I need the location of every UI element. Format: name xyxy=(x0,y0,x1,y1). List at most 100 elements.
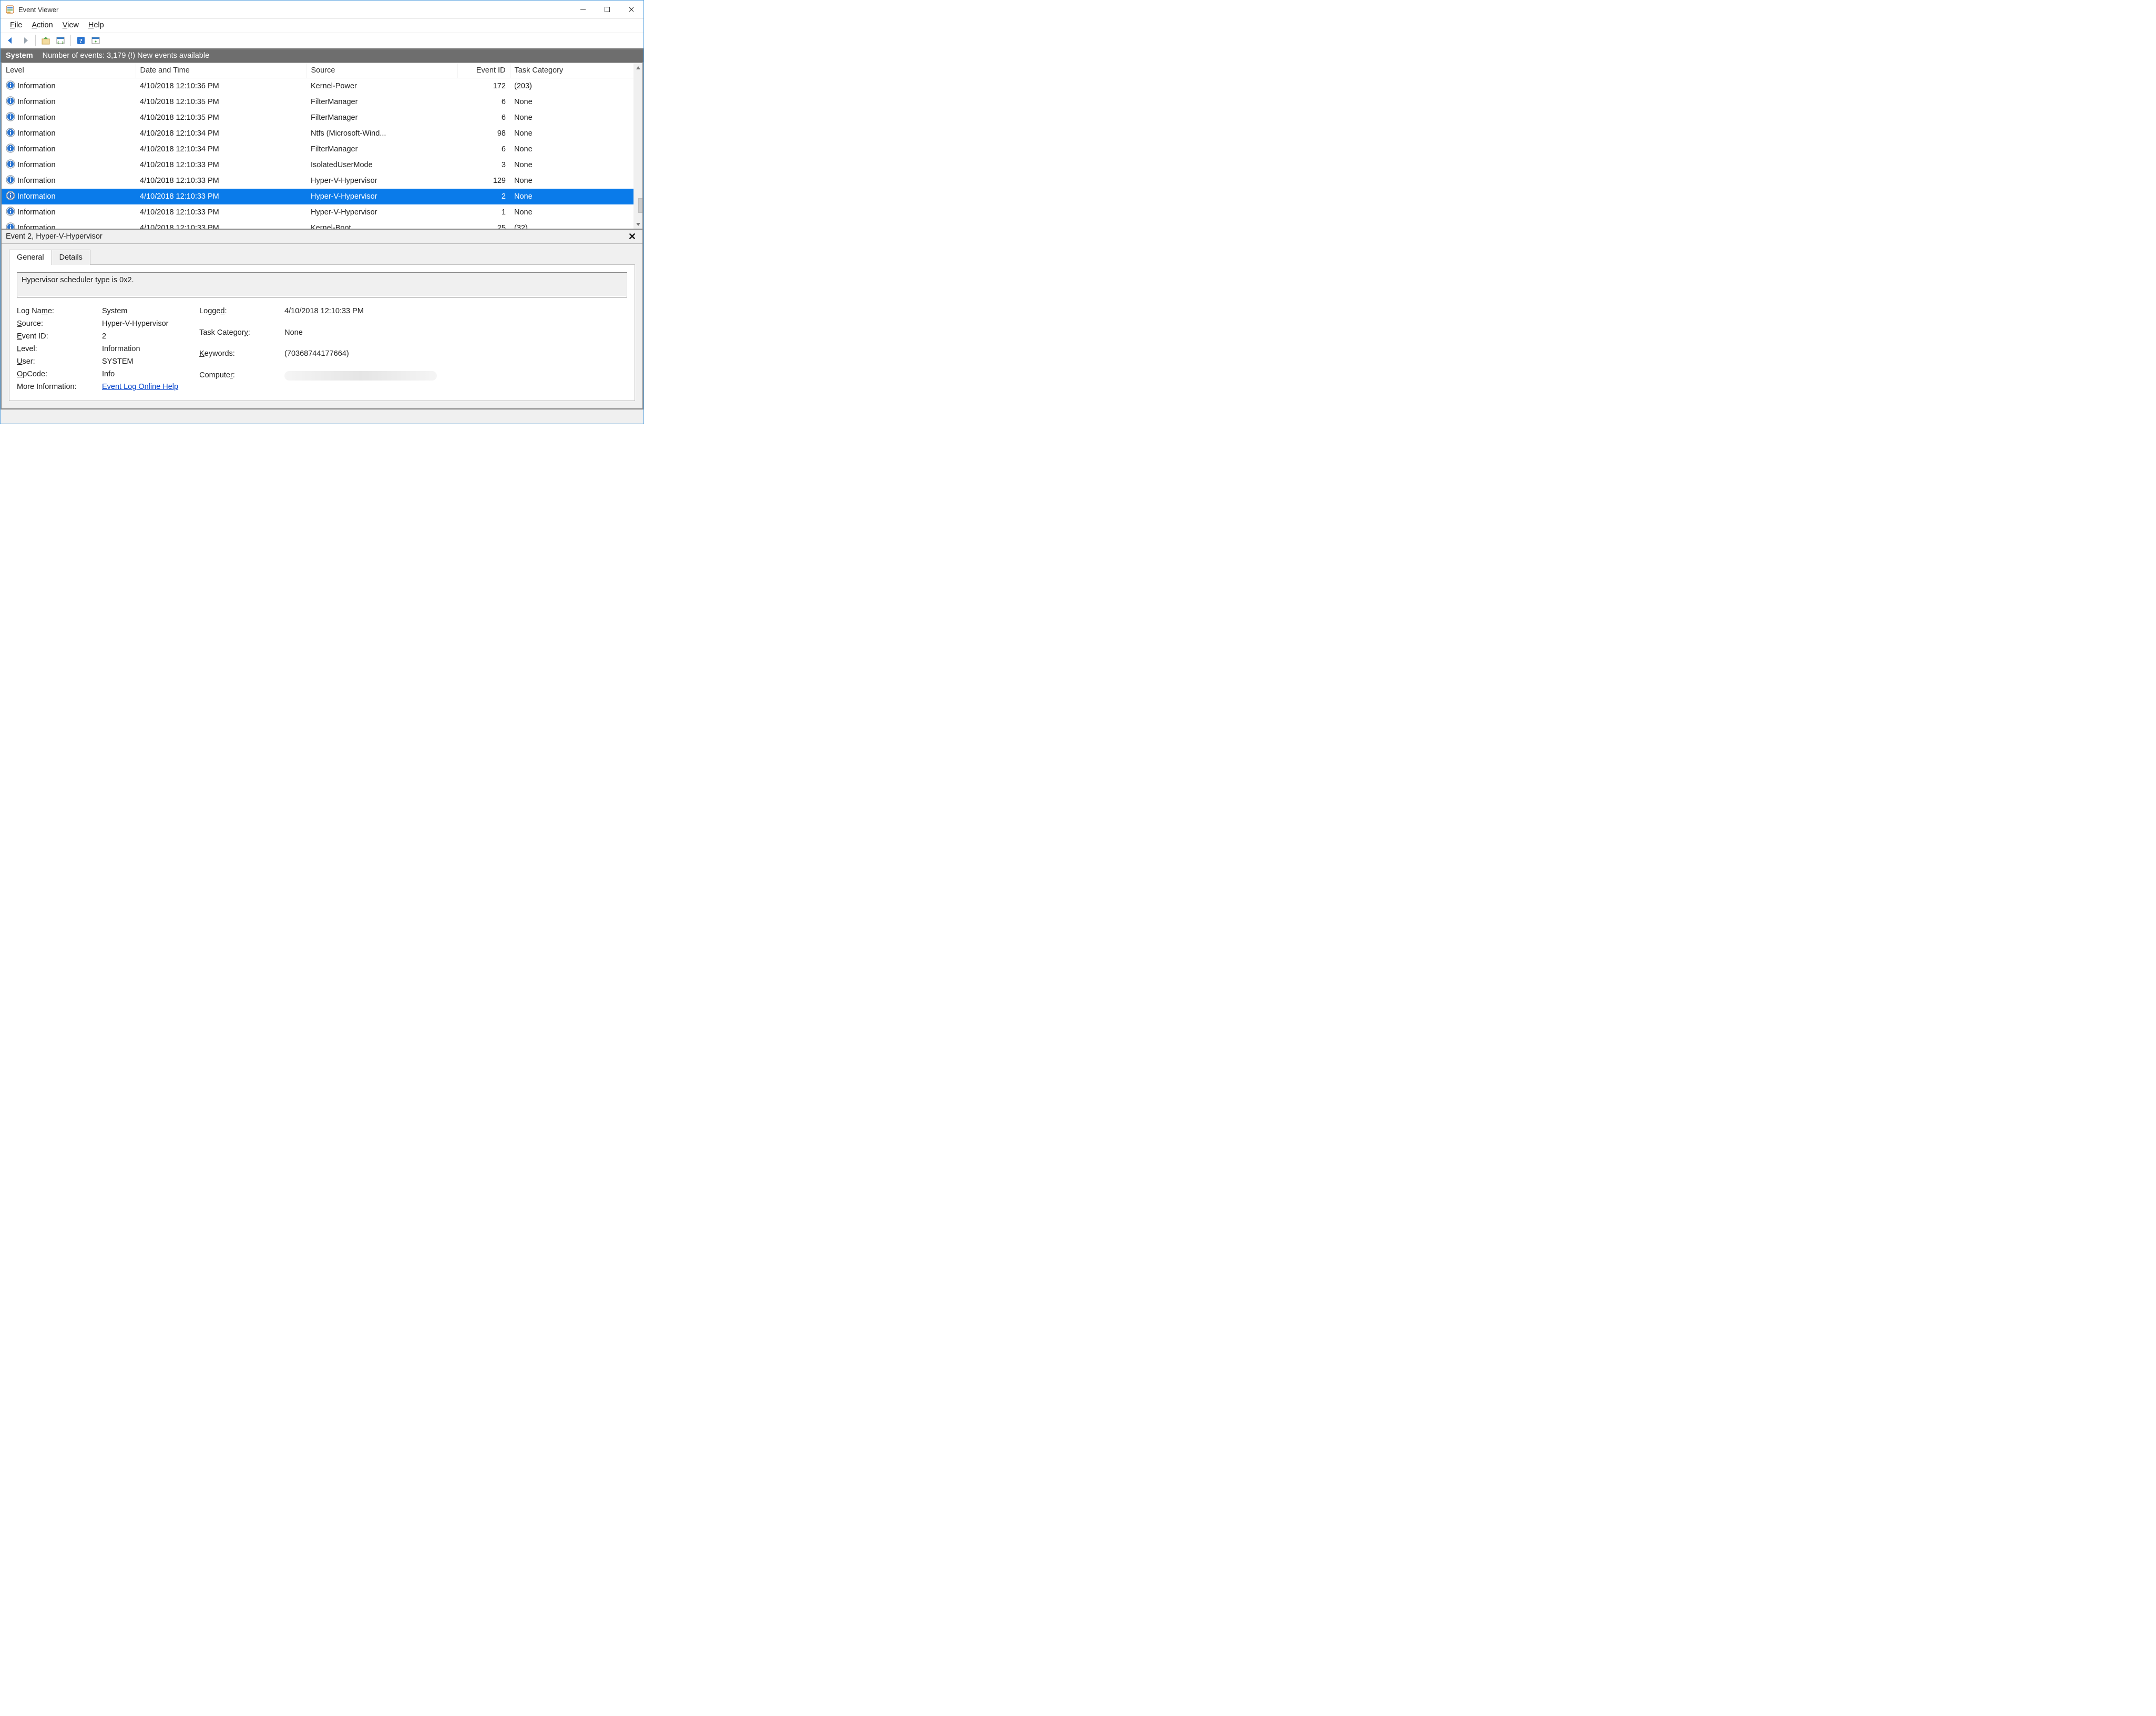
detail-close-button[interactable]: ✕ xyxy=(626,232,638,241)
cell-source: FilterManager xyxy=(306,141,457,157)
info-icon xyxy=(6,80,15,92)
menu-view[interactable]: View xyxy=(58,20,83,30)
link-event-log-help[interactable]: Event Log Online Help xyxy=(102,383,178,391)
event-grid[interactable]: Level Date and Time Source Event ID Task… xyxy=(2,63,642,229)
lbl-logname: Log Name: xyxy=(17,307,96,315)
toolbar-help-button[interactable]: ? xyxy=(75,35,87,46)
toolbar-up-button[interactable] xyxy=(40,35,52,46)
lbl-keywords: Keywords: xyxy=(199,350,278,367)
table-row[interactable]: Information 4/10/2018 12:10:36 PMKernel-P… xyxy=(2,78,642,95)
lbl-level: Level: xyxy=(17,345,96,353)
info-icon xyxy=(6,175,15,187)
cell-source: FilterManager xyxy=(306,94,457,110)
grid-header-row[interactable]: Level Date and Time Source Event ID Task… xyxy=(2,63,642,78)
cell-taskcat: None xyxy=(510,94,642,110)
cell-level: Information xyxy=(17,145,56,153)
window-close-button[interactable] xyxy=(619,1,643,18)
info-icon xyxy=(6,207,15,218)
cell-source: Hyper-V-Hypervisor xyxy=(306,204,457,220)
tab-details[interactable]: Details xyxy=(52,250,90,265)
table-row[interactable]: Information4/10/2018 12:10:33 PMHyper-V-… xyxy=(2,204,642,220)
cell-datetime: 4/10/2018 12:10:36 PM xyxy=(136,78,306,95)
cell-level: Information xyxy=(17,177,56,185)
val-logname: System xyxy=(102,307,178,315)
lbl-eventid: Event ID: xyxy=(17,332,96,341)
info-icon xyxy=(6,128,15,139)
scroll-up-icon[interactable] xyxy=(633,63,642,72)
col-level[interactable]: Level xyxy=(2,63,136,78)
table-row[interactable]: Information4/10/2018 12:10:34 PMNtfs (Mi… xyxy=(2,126,642,141)
table-row[interactable]: Information4/10/2018 12:10:33 PMIsolated… xyxy=(2,157,642,173)
titlebar: Event Viewer xyxy=(1,1,643,19)
val-computer xyxy=(284,371,437,392)
event-viewer-window: Event Viewer File Action View Help xyxy=(0,0,644,424)
window-title: Event Viewer xyxy=(18,6,58,14)
col-taskcat[interactable]: Task Category xyxy=(510,63,642,78)
info-icon xyxy=(6,191,15,202)
menu-help[interactable]: Help xyxy=(84,20,108,30)
event-list: Level Date and Time Source Event ID Task… xyxy=(1,63,643,230)
cell-taskcat: (32) xyxy=(510,220,642,229)
cell-datetime: 4/10/2018 12:10:34 PM xyxy=(136,141,306,157)
table-row[interactable]: Information 4/10/2018 12:10:35 PMFilterMa… xyxy=(2,94,642,110)
detail-header: Event 2, Hyper-V-Hypervisor ✕ xyxy=(2,230,642,244)
cell-level: Information xyxy=(17,98,56,106)
lbl-source: Source: xyxy=(17,320,96,328)
cell-source: Hyper-V-Hypervisor xyxy=(306,173,457,189)
menu-action[interactable]: Action xyxy=(27,20,57,30)
cell-taskcat: None xyxy=(510,141,642,157)
cell-source: Ntfs (Microsoft-Wind... xyxy=(306,126,457,141)
cell-eventid: 98 xyxy=(457,126,510,141)
cell-source: FilterManager xyxy=(306,110,457,126)
val-logged: 4/10/2018 12:10:33 PM xyxy=(284,307,437,324)
cell-datetime: 4/10/2018 12:10:35 PM xyxy=(136,94,306,110)
cell-taskcat: None xyxy=(510,173,642,189)
cell-eventid: 129 xyxy=(457,173,510,189)
val-level: Information xyxy=(102,345,178,353)
val-user: SYSTEM xyxy=(102,357,178,366)
table-row[interactable]: Information 4/10/2018 12:10:34 PMFilterMa… xyxy=(2,141,642,157)
cell-source: Kernel-Power xyxy=(306,78,457,95)
list-scrollbar[interactable] xyxy=(633,63,642,229)
table-row[interactable]: Information 4/10/2018 12:10:33 PMHyper-V-… xyxy=(2,173,642,189)
val-taskcat: None xyxy=(284,328,437,346)
toolbar-forward-button[interactable] xyxy=(19,35,31,46)
col-datetime[interactable]: Date and Time xyxy=(136,63,306,78)
cell-source: IsolatedUserMode xyxy=(306,157,457,173)
scroll-thumb[interactable] xyxy=(638,198,643,213)
window-maximize-button[interactable] xyxy=(595,1,619,18)
lbl-opcode: OpCode: xyxy=(17,370,96,378)
tab-general[interactable]: General xyxy=(9,250,52,265)
cell-datetime: 4/10/2018 12:10:33 PM xyxy=(136,204,306,220)
cell-eventid: 1 xyxy=(457,204,510,220)
cell-datetime: 4/10/2018 12:10:33 PM xyxy=(136,220,306,229)
toolbar-back-button[interactable] xyxy=(5,35,16,46)
toolbar-refresh-button[interactable] xyxy=(90,35,101,46)
table-row[interactable]: Information4/10/2018 12:10:33 PMKernel-B… xyxy=(2,220,642,229)
scroll-down-icon[interactable] xyxy=(633,220,642,229)
col-source[interactable]: Source xyxy=(306,63,457,78)
info-icon xyxy=(6,143,15,155)
cell-datetime: 4/10/2018 12:10:33 PM xyxy=(136,173,306,189)
table-row[interactable]: Information4/10/2018 12:10:33 PMHyper-V-… xyxy=(2,189,642,204)
window-minimize-button[interactable] xyxy=(571,1,595,18)
cell-eventid: 6 xyxy=(457,141,510,157)
menu-file[interactable]: File xyxy=(6,20,26,30)
cell-level: Information xyxy=(17,224,56,229)
cell-datetime: 4/10/2018 12:10:33 PM xyxy=(136,157,306,173)
cell-taskcat: None xyxy=(510,126,642,141)
app-icon xyxy=(6,5,14,14)
toolbar-properties-button[interactable] xyxy=(55,35,66,46)
col-eventid[interactable]: Event ID xyxy=(457,63,510,78)
table-row[interactable]: Information4/10/2018 12:10:35 PMFilterMa… xyxy=(2,110,642,126)
cell-eventid: 172 xyxy=(457,78,510,95)
section-header: System Number of events: 3,179 (!) New e… xyxy=(1,48,643,63)
cell-level: Information xyxy=(17,82,56,90)
cell-taskcat: None xyxy=(510,157,642,173)
section-title: System xyxy=(6,52,33,60)
info-icon xyxy=(6,96,15,108)
detail-pane: Event 2, Hyper-V-Hypervisor ✕ General De… xyxy=(1,230,643,409)
section-summary: Number of events: 3,179 (!) New events a… xyxy=(43,52,210,60)
detail-title: Event 2, Hyper-V-Hypervisor xyxy=(6,232,103,241)
event-message: Hypervisor scheduler type is 0x2. xyxy=(17,272,627,297)
